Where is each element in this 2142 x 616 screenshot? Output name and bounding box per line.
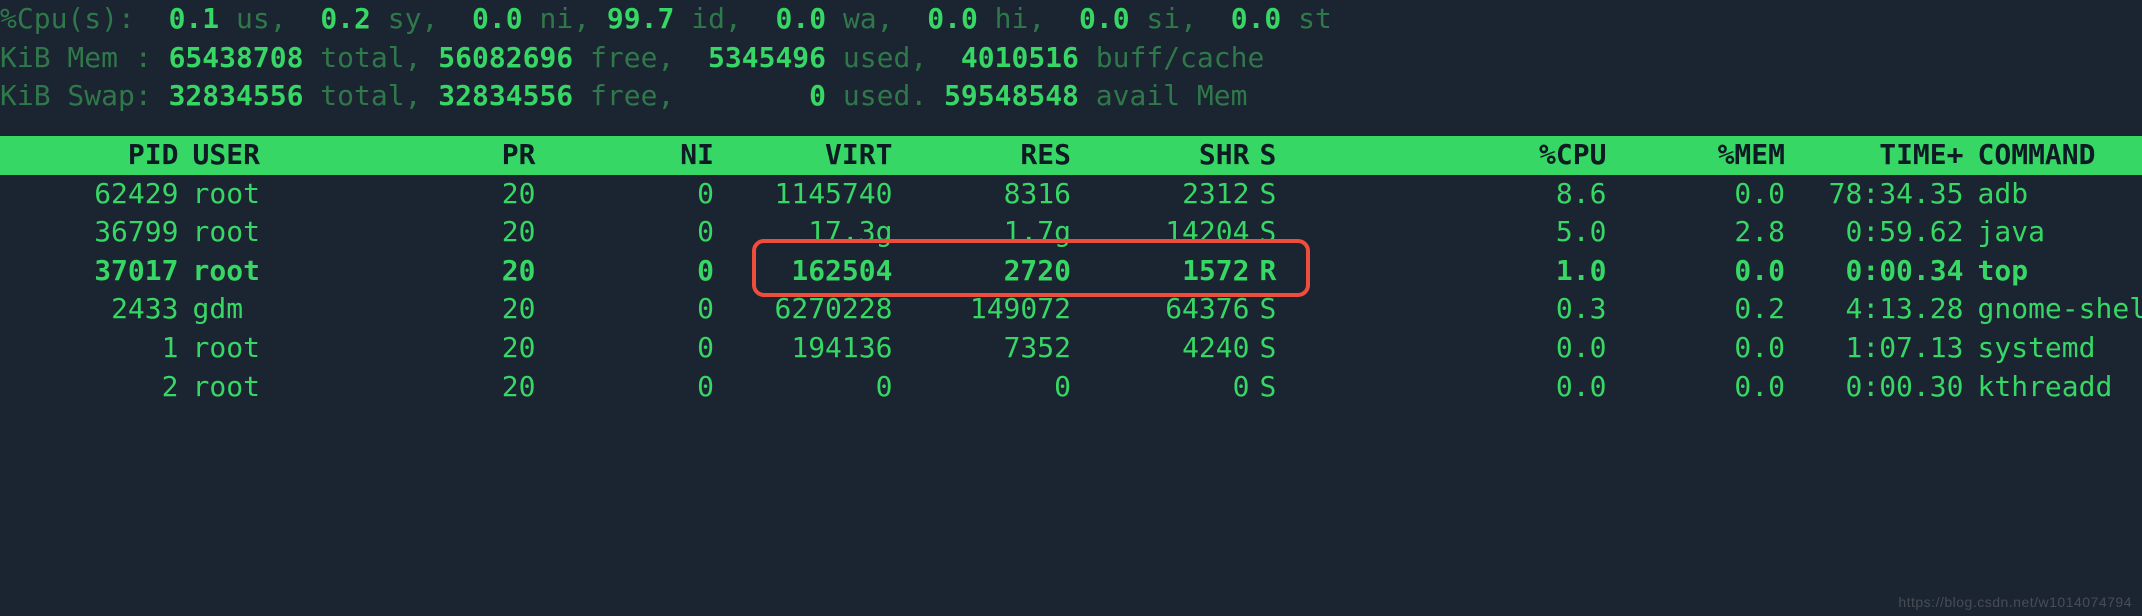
process-table-header: PID USER PR NI VIRT RES SHR S %CPU %MEM … — [0, 136, 2142, 175]
cell-mem: 0.0 — [1607, 252, 1786, 291]
cell-s: S — [1250, 175, 1429, 214]
col-cpu: %CPU — [1428, 136, 1607, 175]
cell-res: 149072 — [893, 290, 1072, 329]
cell-pid: 37017 — [0, 252, 179, 291]
col-virt: VIRT — [714, 136, 893, 175]
col-s: S — [1250, 136, 1429, 175]
cell-cmd: systemd — [1964, 329, 2142, 368]
process-table: PID USER PR NI VIRT RES SHR S %CPU %MEM … — [0, 116, 2142, 406]
cell-user: root — [179, 368, 358, 407]
col-time: TIME+ — [1785, 136, 1964, 175]
cell-virt: 17.3g — [714, 213, 893, 252]
cell-s: S — [1250, 213, 1429, 252]
cell-shr: 2312 — [1071, 175, 1250, 214]
cell-mem: 2.8 — [1607, 213, 1786, 252]
cell-pid: 62429 — [0, 175, 179, 214]
cell-cpu: 0.3 — [1428, 290, 1607, 329]
swap-summary-line: KiB Swap: 32834556 total, 32834556 free,… — [0, 77, 2142, 116]
cell-shr: 4240 — [1071, 329, 1250, 368]
cell-pr: 20 — [357, 252, 536, 291]
cell-res: 7352 — [893, 329, 1072, 368]
cell-shr: 64376 — [1071, 290, 1250, 329]
cell-cpu: 0.0 — [1428, 368, 1607, 407]
cell-virt: 1145740 — [714, 175, 893, 214]
table-row: 1root20019413673524240S0.00.01:07.13syst… — [0, 329, 2142, 368]
cell-s: S — [1250, 368, 1429, 407]
cell-cpu: 5.0 — [1428, 213, 1607, 252]
cell-res: 8316 — [893, 175, 1072, 214]
cell-time: 0:59.62 — [1785, 213, 1964, 252]
cell-cmd: top — [1964, 252, 2142, 291]
cell-s: S — [1250, 290, 1429, 329]
cell-time: 0:00.34 — [1785, 252, 1964, 291]
cell-user: root — [179, 252, 358, 291]
cell-pr: 20 — [357, 368, 536, 407]
cpu-summary-line: %Cpu(s): 0.1 us, 0.2 sy, 0.0 ni, 99.7 id… — [0, 0, 2142, 39]
cell-virt: 162504 — [714, 252, 893, 291]
cell-pr: 20 — [357, 329, 536, 368]
cell-user: root — [179, 213, 358, 252]
cell-cmd: gnome-shell — [1964, 290, 2142, 329]
cell-user: root — [179, 175, 358, 214]
cell-pr: 20 — [357, 213, 536, 252]
cell-s: S — [1250, 329, 1429, 368]
table-row: 62429root200114574083162312S8.60.078:34.… — [0, 175, 2142, 214]
cell-shr: 14204 — [1071, 213, 1250, 252]
cell-cpu: 8.6 — [1428, 175, 1607, 214]
col-pr: PR — [357, 136, 536, 175]
cell-s: R — [1250, 252, 1429, 291]
cell-user: gdm — [179, 290, 358, 329]
cell-shr: 0 — [1071, 368, 1250, 407]
mem-summary-line: KiB Mem : 65438708 total, 56082696 free,… — [0, 39, 2142, 78]
cell-mem: 0.0 — [1607, 175, 1786, 214]
cell-ni: 0 — [536, 175, 715, 214]
cell-virt: 194136 — [714, 329, 893, 368]
table-row: 36799root20017.3g1.7g14204S5.02.80:59.62… — [0, 213, 2142, 252]
cell-time: 4:13.28 — [1785, 290, 1964, 329]
col-pid: PID — [0, 136, 179, 175]
cell-ni: 0 — [536, 368, 715, 407]
col-user: USER — [179, 136, 358, 175]
cell-cpu: 0.0 — [1428, 329, 1607, 368]
col-ni: NI — [536, 136, 715, 175]
cell-ni: 0 — [536, 329, 715, 368]
col-mem: %MEM — [1607, 136, 1786, 175]
cell-time: 0:00.30 — [1785, 368, 1964, 407]
table-row: 37017root20016250427201572R1.00.00:00.34… — [0, 252, 2142, 291]
cell-time: 1:07.13 — [1785, 329, 1964, 368]
cell-res: 0 — [893, 368, 1072, 407]
watermark-text: https://blog.csdn.net/w1014074794 — [1898, 593, 2132, 612]
cell-ni: 0 — [536, 290, 715, 329]
cell-ni: 0 — [536, 213, 715, 252]
cell-cmd: java — [1964, 213, 2142, 252]
cell-pr: 20 — [357, 290, 536, 329]
cell-pr: 20 — [357, 175, 536, 214]
cell-pid: 2433 — [0, 290, 179, 329]
table-row: 2root200000S0.00.00:00.30kthreadd — [0, 368, 2142, 407]
cell-time: 78:34.35 — [1785, 175, 1964, 214]
cell-pid: 2 — [0, 368, 179, 407]
cell-shr: 1572 — [1071, 252, 1250, 291]
cell-mem: 0.2 — [1607, 290, 1786, 329]
table-row: 2433gdm200627022814907264376S0.30.24:13.… — [0, 290, 2142, 329]
cell-virt: 6270228 — [714, 290, 893, 329]
col-res: RES — [893, 136, 1072, 175]
cell-mem: 0.0 — [1607, 329, 1786, 368]
cell-mem: 0.0 — [1607, 368, 1786, 407]
cell-pid: 36799 — [0, 213, 179, 252]
cell-virt: 0 — [714, 368, 893, 407]
cell-pid: 1 — [0, 329, 179, 368]
col-cmd: COMMAND — [1964, 136, 2142, 175]
cell-cpu: 1.0 — [1428, 252, 1607, 291]
cell-cmd: kthreadd — [1964, 368, 2142, 407]
cell-cmd: adb — [1964, 175, 2142, 214]
col-shr: SHR — [1071, 136, 1250, 175]
cell-res: 2720 — [893, 252, 1072, 291]
cell-ni: 0 — [536, 252, 715, 291]
cell-res: 1.7g — [893, 213, 1072, 252]
cell-user: root — [179, 329, 358, 368]
